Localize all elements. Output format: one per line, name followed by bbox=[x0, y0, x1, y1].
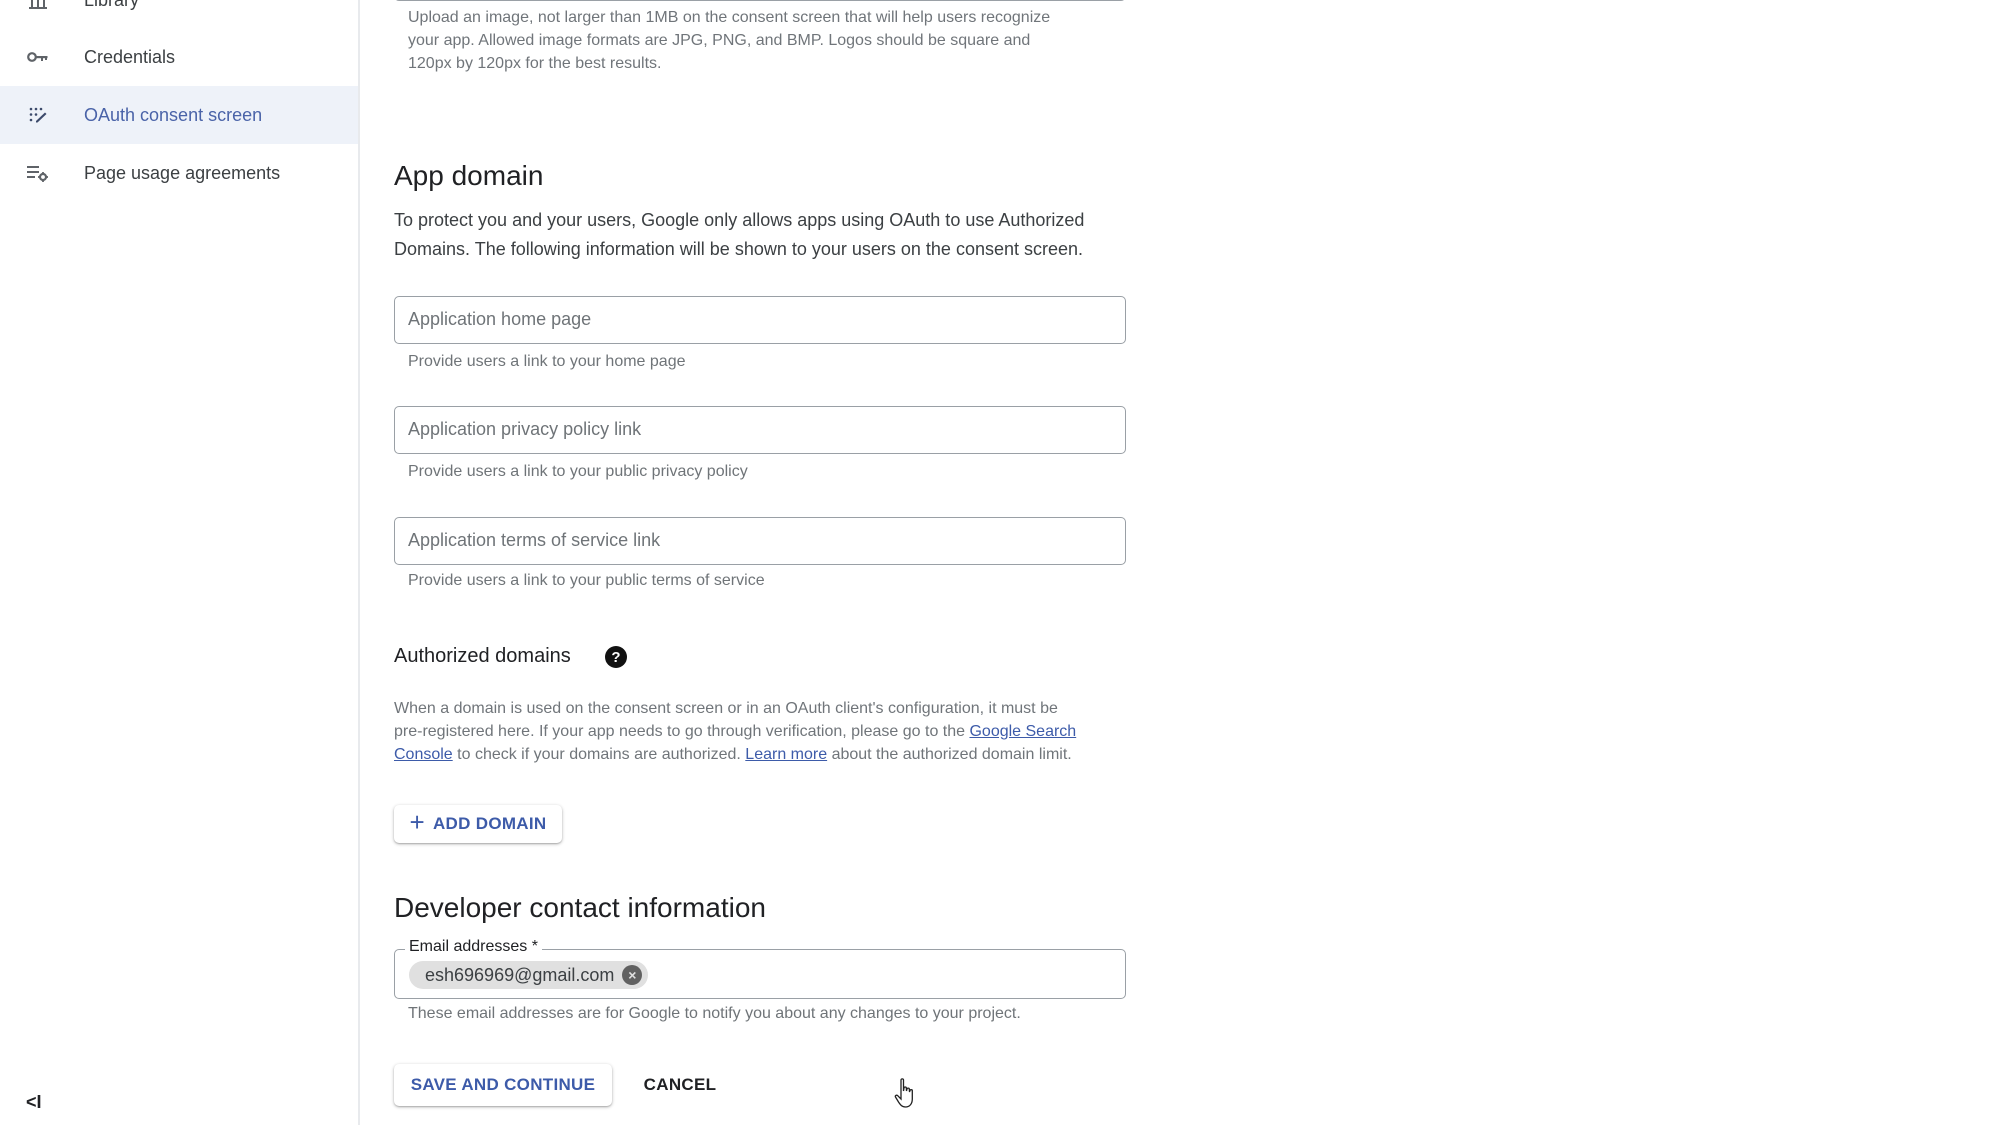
authorized-domains-title: Authorized domains bbox=[394, 645, 571, 667]
authorized-domains-description-line-3: Console to check if your domains are aut… bbox=[394, 743, 1072, 766]
privacy-policy-field[interactable] bbox=[394, 406, 1126, 454]
save-and-continue-button[interactable]: SAVE AND CONTINUE bbox=[394, 1064, 612, 1106]
home-page-field[interactable] bbox=[394, 296, 1126, 344]
home-page-input[interactable] bbox=[408, 297, 1108, 342]
terms-of-service-input[interactable] bbox=[408, 518, 1108, 563]
sidebar-item-credentials[interactable]: Credentials bbox=[0, 28, 358, 86]
terms-of-service-helper: Provide users a link to your public term… bbox=[408, 572, 765, 589]
sidebar-item-label: Credentials bbox=[84, 46, 176, 67]
authorized-domains-description-line-2: pre-registered here. If your app needs t… bbox=[394, 720, 1076, 743]
remove-email-icon[interactable]: × bbox=[622, 965, 643, 985]
email-chip-text: esh696969@gmail.com bbox=[425, 964, 615, 985]
sidebar-item-label: Page usage agreements bbox=[84, 162, 281, 183]
email-chip: esh696969@gmail.com × bbox=[409, 961, 649, 989]
key-icon bbox=[26, 45, 50, 69]
app-domain-title: App domain bbox=[394, 160, 544, 191]
description-text: about the authorized domain limit. bbox=[827, 746, 1072, 763]
google-search-console-link-continued[interactable]: Console bbox=[394, 746, 453, 763]
help-icon[interactable]: ? bbox=[605, 646, 627, 668]
terms-of-service-field[interactable] bbox=[394, 517, 1126, 565]
logo-help-line-2: your app. Allowed image formats are JPG,… bbox=[408, 32, 1031, 49]
sidebar-item-page-usage-agreements[interactable]: Page usage agreements bbox=[0, 144, 358, 202]
app-domain-description-line-2: Domains. The following information will … bbox=[394, 239, 1084, 259]
library-icon bbox=[26, 0, 50, 12]
app-domain-description-line-1: To protect you and your users, Google on… bbox=[394, 210, 1085, 230]
developer-contact-title: Developer contact information bbox=[394, 892, 766, 923]
google-search-console-link[interactable]: Google Search bbox=[969, 723, 1076, 740]
sidebar-item-library[interactable]: Library bbox=[0, 0, 358, 29]
consent-icon bbox=[26, 103, 50, 127]
collapse-sidebar-icon[interactable]: <I bbox=[26, 1092, 52, 1118]
logo-help-line-3: 120px by 120px for the best results. bbox=[408, 55, 662, 72]
plus-icon: + bbox=[409, 807, 425, 837]
cancel-button[interactable]: CANCEL bbox=[630, 1064, 730, 1106]
privacy-policy-input[interactable] bbox=[408, 407, 1108, 452]
email-helper: These email addresses are for Google to … bbox=[408, 1005, 1021, 1022]
email-addresses-field[interactable]: Email addresses * esh696969@gmail.com × bbox=[394, 938, 1126, 999]
sidebar-item-label: OAuth consent screen bbox=[84, 104, 263, 125]
description-text: to check if your domains are authorized. bbox=[452, 746, 746, 763]
email-addresses-label: Email addresses * bbox=[405, 938, 542, 956]
logo-help-line-1: Upload an image, not larger than 1MB on … bbox=[408, 9, 1051, 26]
sidebar-item-oauth-consent-screen[interactable]: OAuth consent screen bbox=[0, 86, 358, 144]
add-domain-button[interactable]: + ADD DOMAIN bbox=[394, 805, 562, 843]
add-domain-label: ADD DOMAIN bbox=[432, 814, 547, 833]
home-page-helper: Provide users a link to your home page bbox=[408, 353, 686, 370]
sidebar-item-label: Library bbox=[84, 0, 139, 11]
settings-list-icon bbox=[26, 161, 50, 185]
logo-upload-field[interactable] bbox=[394, 0, 1126, 1]
description-text: pre-registered here. If your app needs t… bbox=[394, 723, 970, 740]
authorized-domains-description-line-1: When a domain is used on the consent scr… bbox=[394, 700, 1058, 717]
learn-more-link[interactable]: Learn more bbox=[745, 746, 827, 763]
hand-cursor-icon bbox=[894, 1078, 913, 1108]
sidebar: Library Credentials OAuth consent screen… bbox=[0, 0, 360, 1125]
privacy-policy-helper: Provide users a link to your public priv… bbox=[408, 463, 748, 480]
main-content: Upload an image, not larger than 1MB on … bbox=[360, 0, 2000, 1125]
